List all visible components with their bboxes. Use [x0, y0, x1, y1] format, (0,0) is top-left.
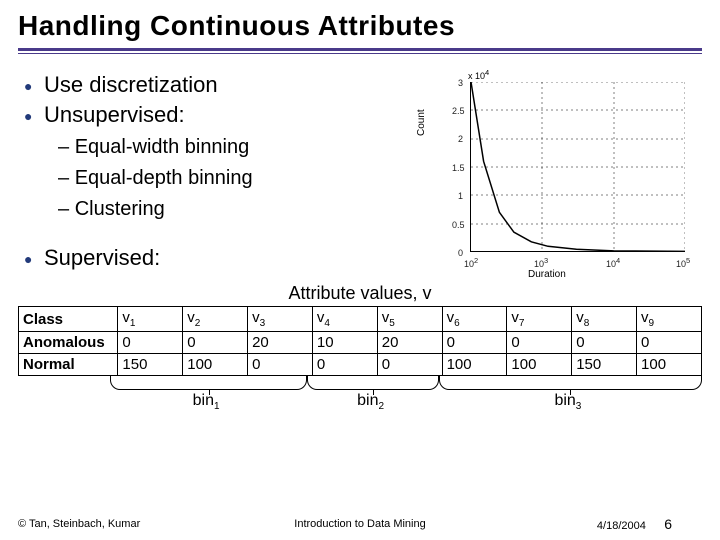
table-row: Anomalous002010200000 [19, 332, 702, 354]
chart-ytick-1-5: 1.5 [452, 163, 465, 173]
table-header-row: Class v1v2v3v4v5v6v7v8v9 [19, 307, 702, 332]
table-cell: 0 [183, 332, 248, 354]
chart-plot-area [470, 82, 684, 252]
table-col-header: v7 [507, 307, 572, 332]
footer-page-number: 6 [664, 516, 702, 532]
chart-xlabel: Duration [528, 269, 566, 280]
table-row-label: Normal [19, 354, 118, 376]
chart-ylabel: Count [416, 109, 427, 136]
table-col-header: v3 [248, 307, 313, 332]
table-cell: 0 [118, 332, 183, 354]
chart-ytick-3: 3 [458, 78, 463, 88]
chart-ytick-2: 2 [458, 134, 463, 144]
table-cell: 150 [572, 354, 637, 376]
table-cell: 150 [118, 354, 183, 376]
chart-ytick-0-5: 0.5 [452, 220, 465, 230]
bins-row: bin1 bin2 bin3 [18, 376, 702, 412]
table-caption: Attribute values, v [18, 283, 702, 304]
chart-grid [471, 82, 685, 252]
slide: Handling Continuous Attributes x 104 [0, 0, 720, 540]
chart-ytick-1: 1 [458, 191, 463, 201]
table-cell: 0 [248, 354, 313, 376]
table-col-header: v5 [377, 307, 442, 332]
chart-y-exponent: x 104 [468, 68, 489, 81]
table-col-header: v9 [637, 307, 702, 332]
table-cell: 10 [312, 332, 377, 354]
table-cell: 0 [572, 332, 637, 354]
table-cell: 0 [377, 354, 442, 376]
slide-title: Handling Continuous Attributes [18, 10, 702, 42]
chart-xtick-0: 102 [464, 256, 478, 269]
chart: x 104 [428, 72, 698, 276]
bin-brace [110, 376, 307, 390]
bin-label: bin2 [357, 392, 384, 412]
table-col-header: v8 [572, 307, 637, 332]
table-cell: 20 [248, 332, 313, 354]
table-cell: 100 [442, 354, 507, 376]
table-cell: 0 [312, 354, 377, 376]
title-rule-thin [18, 53, 702, 54]
content-area: x 104 [18, 72, 702, 412]
table-cell: 100 [637, 354, 702, 376]
bin-brace [307, 376, 439, 390]
chart-svg [471, 82, 685, 252]
table-cell: 20 [377, 332, 442, 354]
table-cell: 0 [637, 332, 702, 354]
footer-right-group: 4/18/2004 6 [597, 516, 702, 532]
attribute-table: Class v1v2v3v4v5v6v7v8v9 Anomalous002010… [18, 306, 702, 376]
chart-xtick-3: 105 [676, 256, 690, 269]
bullet-unsupervised-text: Unsupervised: [44, 102, 185, 127]
table-class-header: Class [19, 307, 118, 332]
table-col-header: v6 [442, 307, 507, 332]
table-wrap: Attribute values, v Class v1v2v3v4v5v6v7… [18, 283, 702, 412]
chart-curve [471, 82, 685, 251]
table-cell: 0 [507, 332, 572, 354]
table-cell: 100 [183, 354, 248, 376]
table-row: Normal150100000100100150100 [19, 354, 702, 376]
bullet-supervised-text: Supervised: [44, 245, 160, 270]
table-col-header: v2 [183, 307, 248, 332]
sub-equal-depth-text: Equal-depth binning [75, 167, 253, 189]
bullet-discretization-text: Use discretization [44, 72, 218, 97]
chart-y-exp-sup: 4 [485, 68, 489, 77]
footer: © Tan, Steinbach, Kumar Introduction to … [0, 516, 720, 532]
bin-brace [439, 376, 702, 390]
bin-label: bin1 [193, 392, 220, 412]
title-rule-thick [18, 48, 702, 51]
table-col-header: v1 [118, 307, 183, 332]
chart-y-exp-text: x 10 [468, 71, 485, 81]
sub-equal-width-text: Equal-width binning [75, 136, 250, 158]
table-row-label: Anomalous [19, 332, 118, 354]
table-cell: 0 [442, 332, 507, 354]
table-cell: 100 [507, 354, 572, 376]
bin-label: bin3 [554, 392, 581, 412]
table-col-header: v4 [312, 307, 377, 332]
sub-clustering-text: Clustering [75, 198, 165, 220]
chart-xtick-1: 103 [534, 256, 548, 269]
chart-ytick-0: 0 [458, 248, 463, 258]
chart-ytick-2-5: 2.5 [452, 106, 465, 116]
footer-date: 4/18/2004 [597, 520, 646, 532]
chart-xtick-2: 104 [606, 256, 620, 269]
